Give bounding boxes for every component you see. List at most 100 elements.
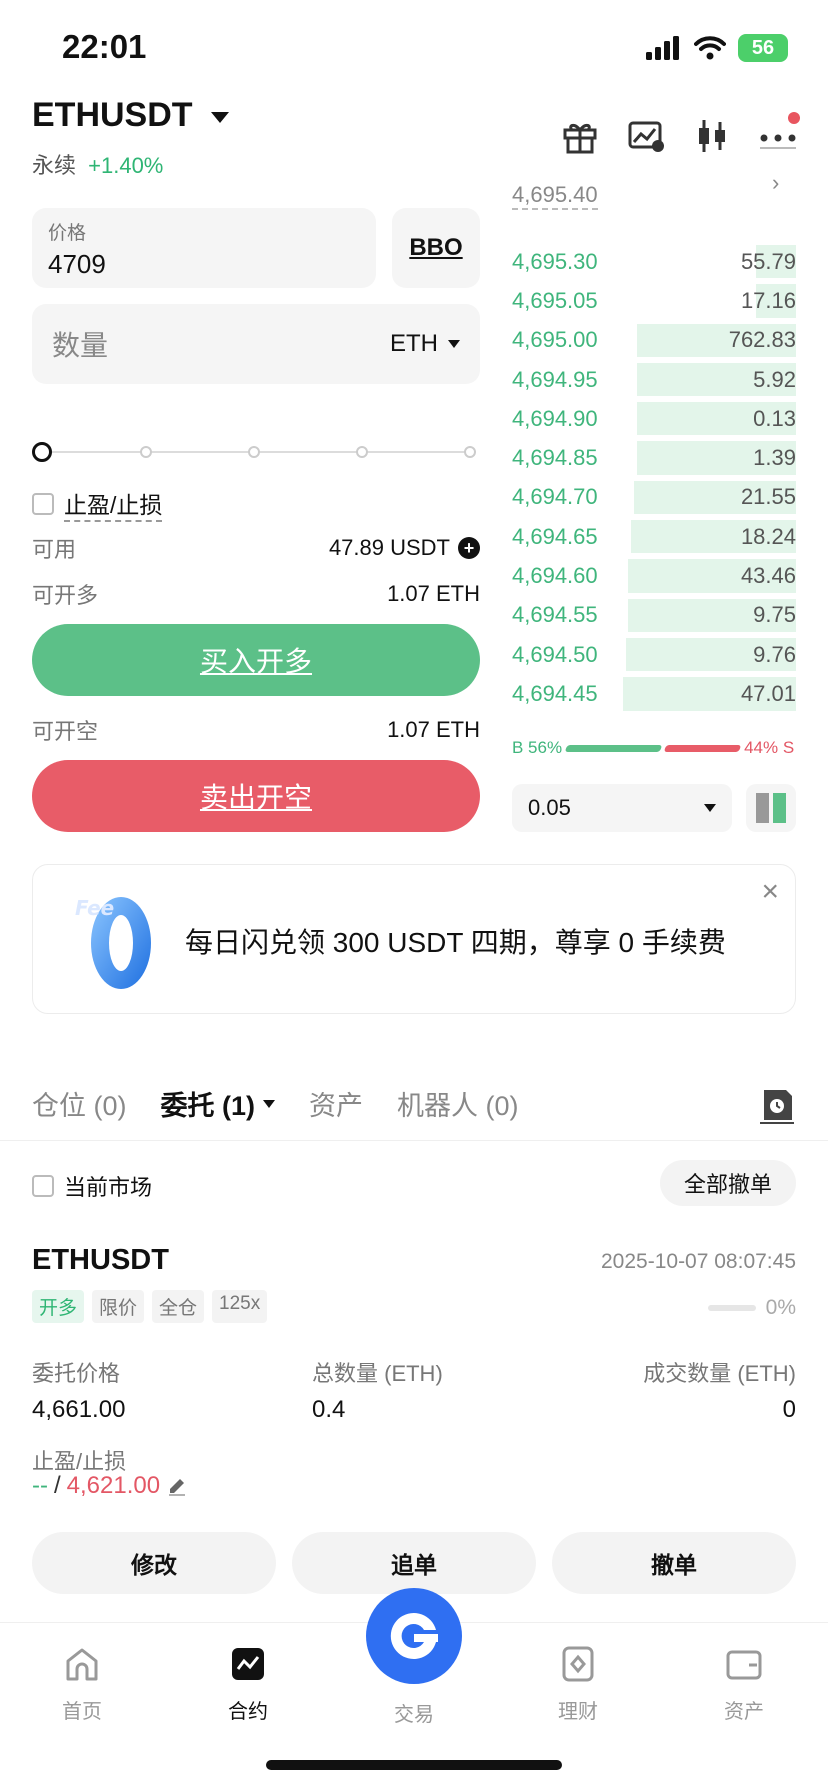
tpsl-values: -- / 4,621.00 <box>32 1472 188 1500</box>
tpsl-checkbox[interactable] <box>32 493 54 515</box>
nav-home[interactable]: 首页 <box>22 1645 142 1724</box>
max-short-value: 1.07 ETH <box>387 717 480 742</box>
orderbook-row[interactable]: 4,694.55 9.75 <box>512 596 796 635</box>
orderbook-qty: 17.16 <box>740 287 796 313</box>
current-market-filter[interactable]: 当前市场 <box>32 1170 152 1202</box>
edit-icon[interactable] <box>166 1475 188 1497</box>
filled-qty-value: 0 <box>782 1396 796 1423</box>
more-icon[interactable] <box>758 112 800 156</box>
home-icon <box>66 1648 98 1681</box>
sell-short-button[interactable]: 卖出开空 <box>32 760 480 832</box>
candlestick-icon[interactable] <box>692 116 732 156</box>
nav-trade-label[interactable]: 交易 <box>366 1698 462 1727</box>
current-market-checkbox[interactable] <box>32 1175 54 1197</box>
available-row: 可用 47.89 USDT + <box>32 532 480 564</box>
cancel-order-button[interactable]: 撤单 <box>552 1532 796 1594</box>
nav-futures[interactable]: 合约 <box>188 1645 308 1724</box>
orderbook-price: 4,694.70 <box>512 484 598 510</box>
slider-node[interactable] <box>356 446 368 458</box>
orderbook-qty: 5.92 <box>753 366 796 392</box>
tag-leverage: 125x <box>212 1290 268 1323</box>
orderbook-price: 4,694.95 <box>512 366 598 392</box>
trade-fab-button[interactable] <box>366 1588 462 1684</box>
current-market-label: 当前市场 <box>64 1175 153 1200</box>
chart-share-icon[interactable] <box>626 116 666 156</box>
buy-ratio-bar <box>564 744 663 752</box>
orderbook-row[interactable]: 4,694.70 21.55 <box>512 478 796 517</box>
status-icons: 56 <box>646 34 788 62</box>
orderbook-row[interactable]: 4,694.95 5.92 <box>512 360 796 399</box>
tab-orders-label: 委托 (1) <box>160 1091 256 1121</box>
progress-track <box>707 1305 756 1311</box>
total-qty-label: 总数量 (ETH) <box>312 1361 443 1386</box>
sl-value: 4,621.00 <box>66 1472 161 1499</box>
max-short-label: 可开空 <box>32 719 99 744</box>
sell-ratio-bar <box>663 744 742 752</box>
quantity-input[interactable]: 数量 <box>52 324 108 364</box>
tpsl-label: 止盈/止损 <box>64 486 163 522</box>
orderbook-row[interactable]: 4,694.90 0.13 <box>512 399 796 438</box>
quantity-slider[interactable] <box>32 440 480 464</box>
slider-node[interactable] <box>248 446 260 458</box>
orderbook-row[interactable]: 4,694.85 1.39 <box>512 438 796 477</box>
orderbook-price: 4,694.55 <box>512 602 598 628</box>
orderbook-row[interactable]: 4,695.05 17.16 <box>512 281 796 320</box>
slider-node[interactable] <box>464 446 476 458</box>
orderbook-row[interactable]: 4,695.00 762.83 <box>512 321 796 360</box>
bbo-button[interactable]: BBO <box>392 208 480 288</box>
orderbook-row[interactable]: 4,694.60 43.46 <box>512 556 796 595</box>
orderbook-top-price[interactable]: 4,695.40 <box>512 182 598 210</box>
cancel-all-button[interactable]: 全部撤单 <box>659 1160 796 1206</box>
tab-bots[interactable]: 机器人 (0) <box>397 1084 519 1123</box>
nav-earn[interactable]: 理财 <box>518 1645 638 1724</box>
orderbook-row[interactable]: 4,694.65 18.24 <box>512 517 796 556</box>
total-qty-value: 0.4 <box>312 1396 346 1423</box>
signal-icon <box>646 36 679 60</box>
orderbook-row[interactable]: 4,695.30 55.79 <box>512 242 796 281</box>
tpsl-toggle[interactable]: 止盈/止损 <box>32 486 163 522</box>
modify-button[interactable]: 修改 <box>32 1532 276 1594</box>
header-actions <box>560 112 800 156</box>
quantity-field[interactable]: 数量 ETH <box>32 304 480 384</box>
fill-progress: 0% <box>707 1296 796 1320</box>
unit-selector[interactable]: ETH <box>390 330 460 358</box>
tab-assets[interactable]: 资产 <box>309 1084 363 1123</box>
price-field[interactable]: 价格 4709 <box>32 208 376 288</box>
max-long-label: 可开多 <box>32 583 99 608</box>
tab-orders[interactable]: 委托 (1) <box>160 1084 275 1123</box>
logo-text: Fee <box>75 896 114 920</box>
slider-node[interactable] <box>140 446 152 458</box>
history-icon[interactable] <box>758 1086 796 1124</box>
promo-banner[interactable]: Fee 每日闪兑领 300 USDT 四期，尊享 0 手续费 × <box>32 864 796 1014</box>
tab-positions[interactable]: 仓位 (0) <box>32 1084 127 1123</box>
orderbook-row[interactable]: 4,694.45 47.01 <box>512 674 796 713</box>
orderbook-layout-icon[interactable] <box>746 784 796 832</box>
divider <box>0 1140 828 1141</box>
chevron-right-icon[interactable]: › <box>772 170 779 196</box>
order-price-label: 委托价格 <box>32 1361 121 1386</box>
slider-handle[interactable] <box>32 442 52 462</box>
buy-long-button[interactable]: 买入开多 <box>32 624 480 696</box>
earn-icon <box>562 1646 594 1682</box>
battery-icon: 56 <box>738 34 788 62</box>
orderbook-qty: 9.75 <box>753 602 796 628</box>
close-icon[interactable]: × <box>761 875 779 909</box>
status-time: 22:01 <box>62 28 147 65</box>
symbol-selector[interactable]: ETHUSDT <box>32 96 229 135</box>
notification-dot <box>788 112 800 124</box>
add-funds-icon[interactable]: + <box>458 537 480 559</box>
nav-assets[interactable]: 资产 <box>684 1645 804 1724</box>
price-input[interactable]: 4709 <box>48 249 360 280</box>
depth-selector[interactable]: 0.05 <box>512 784 732 832</box>
order-price-value: 4,661.00 <box>32 1396 126 1423</box>
progress-label: 0% <box>765 1296 796 1319</box>
nav-earn-label: 理财 <box>558 1701 598 1723</box>
contract-info: 永续 +1.40% <box>32 148 163 180</box>
nav-home-label: 首页 <box>62 1701 102 1723</box>
chase-button[interactable]: 追单 <box>292 1532 536 1594</box>
gift-icon[interactable] <box>560 116 600 156</box>
chevron-down-icon <box>210 112 229 123</box>
orderbook-row[interactable]: 4,694.50 9.76 <box>512 635 796 674</box>
tpsl-separator: / <box>53 1472 61 1499</box>
max-short-row: 可开空 1.07 ETH <box>32 714 480 746</box>
